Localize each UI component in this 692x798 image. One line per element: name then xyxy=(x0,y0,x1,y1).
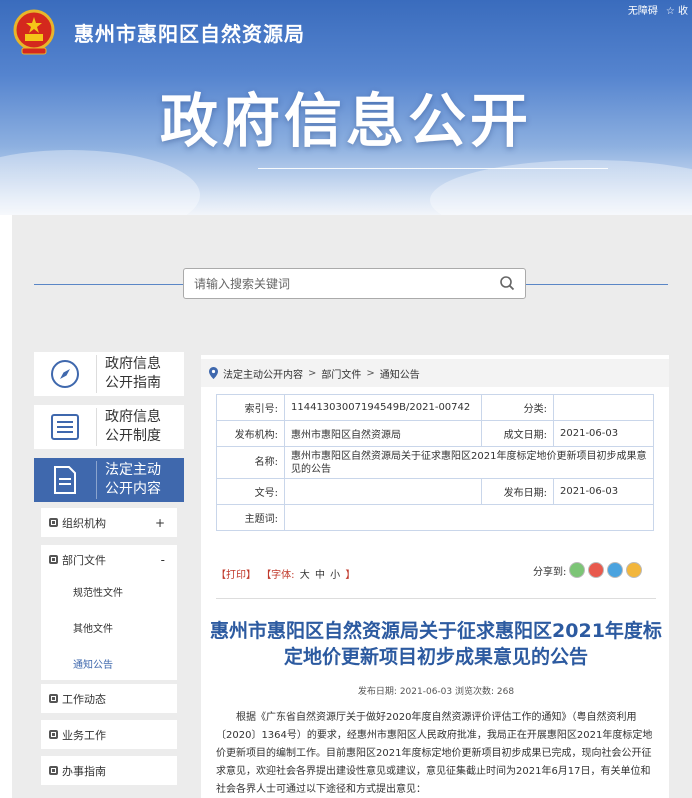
chevron-right-icon: > xyxy=(366,367,375,379)
document-icon xyxy=(54,466,76,494)
list-icon xyxy=(51,414,79,440)
meta-value: 2021-06-03 xyxy=(553,478,654,505)
nav-card-disclosure-system[interactable]: 政府信息 公开制度 xyxy=(34,405,184,449)
chevron-right-icon: > xyxy=(308,367,317,379)
share-label: 分享到: xyxy=(533,566,567,578)
meta-value: 惠州市惠阳区自然资源局关于征求惠阳区2021年度标定地价更新项目初步成果意见的公… xyxy=(284,446,654,479)
search-divider-left xyxy=(34,284,183,285)
meta-value: 11441303007194549B/2021-00742 xyxy=(284,394,482,421)
breadcrumb: 法定主动公开内容 > 部门文件 > 通知公告 xyxy=(201,359,669,387)
top-links: 无障碍 ☆ 收 xyxy=(628,2,688,17)
compass-icon xyxy=(51,360,79,388)
favorite-link[interactable]: ☆ 收 xyxy=(666,2,688,17)
article-publish-info: 发布日期: 2021-06-03 浏览次数: 268 xyxy=(357,687,515,697)
meta-label: 主题词: xyxy=(216,504,285,531)
meta-label: 分类: xyxy=(481,394,554,421)
article-body: 根据《广东省自然资源厅关于做好2020年度自然资源评价评估工作的通知》（粤自然资… xyxy=(216,712,653,795)
weibo-share-icon[interactable] xyxy=(588,562,605,578)
font-size-close: 】 xyxy=(345,570,356,581)
font-medium-button[interactable]: 中 xyxy=(315,570,325,581)
bullet-icon xyxy=(49,766,58,775)
nav-card-label: 政府信息 公开制度 xyxy=(96,408,161,446)
meta-value: 惠州市惠阳区自然资源局 xyxy=(284,420,482,447)
sidebar-subitem-normative[interactable]: 规范性文件 xyxy=(73,584,123,599)
article-title: 惠州市惠阳区自然资源局关于征求惠阳区2021年度标定地价更新项目初步成果意见的公… xyxy=(210,620,662,668)
nav-card-statutory-disclosure[interactable]: 法定主动 公开内容 xyxy=(34,458,184,502)
site-header: 惠州市惠阳区自然资源局 无障碍 ☆ 收 政府信息公开 xyxy=(0,0,692,215)
meta-value xyxy=(284,478,482,505)
title-underline xyxy=(258,168,608,169)
share-bar: 分享到: xyxy=(533,562,643,578)
national-emblem-icon xyxy=(13,9,55,55)
font-small-button[interactable]: 小 xyxy=(330,570,340,581)
article-tools: 【打印】 【字体: 大 中 小 】 xyxy=(216,566,357,581)
bullet-icon xyxy=(49,518,58,527)
search-divider-right xyxy=(526,284,668,285)
expand-icon[interactable]: + xyxy=(155,516,165,530)
nav-card-label: 法定主动 公开内容 xyxy=(96,461,161,499)
qzone-share-icon[interactable] xyxy=(626,562,643,578)
meta-label: 名称: xyxy=(216,446,285,479)
meta-value xyxy=(284,504,654,531)
divider xyxy=(216,598,656,599)
meta-value xyxy=(553,394,654,421)
meta-label: 发布日期: xyxy=(481,478,554,505)
meta-label: 发布机构: xyxy=(216,420,285,447)
sidebar-item-department-docs[interactable]: 部门文件 - xyxy=(41,545,177,574)
nav-card-label: 政府信息 公开指南 xyxy=(96,355,161,393)
breadcrumb-item[interactable]: 法定主动公开内容 xyxy=(223,366,303,381)
meta-value: 2021-06-03 xyxy=(553,420,654,447)
wechat-share-icon[interactable] xyxy=(569,562,586,578)
document-meta-table: 索引号: 11441303007194549B/2021-00742 分类: 发… xyxy=(216,394,654,531)
accessibility-link[interactable]: 无障碍 xyxy=(628,2,658,17)
breadcrumb-item[interactable]: 通知公告 xyxy=(380,366,420,381)
search-icon[interactable] xyxy=(499,275,515,291)
search-box xyxy=(183,268,526,299)
location-pin-icon xyxy=(209,367,218,379)
page-title: 政府信息公开 xyxy=(159,87,532,155)
search-input[interactable] xyxy=(184,269,474,298)
nav-card-disclosure-guide[interactable]: 政府信息 公开指南 xyxy=(34,352,184,396)
collapse-icon[interactable]: - xyxy=(161,553,165,567)
breadcrumb-item[interactable]: 部门文件 xyxy=(321,366,361,381)
sidebar-item-organization[interactable]: 组织机构 + xyxy=(41,508,177,537)
meta-label: 文号: xyxy=(216,478,285,505)
bullet-icon xyxy=(49,694,58,703)
bullet-icon xyxy=(49,730,58,739)
site-name: 惠州市惠阳区自然资源局 xyxy=(74,22,305,46)
department-docs-sublist: 规范性文件 其他文件 通知公告 xyxy=(41,574,177,680)
meta-label: 成文日期: xyxy=(481,420,554,447)
qq-share-icon[interactable] xyxy=(607,562,624,578)
sidebar-item-business[interactable]: 业务工作 xyxy=(41,720,177,749)
sidebar-subitem-notices[interactable]: 通知公告 xyxy=(73,656,113,671)
meta-label: 索引号: xyxy=(216,394,285,421)
bullet-icon xyxy=(49,555,58,564)
print-button[interactable]: 【打印】 xyxy=(216,570,256,581)
sidebar-subitem-other[interactable]: 其他文件 xyxy=(73,620,113,635)
cloud-decoration xyxy=(0,150,200,215)
sidebar-item-work-news[interactable]: 工作动态 xyxy=(41,684,177,713)
font-large-button[interactable]: 大 xyxy=(300,570,310,581)
sidebar-item-service-guide[interactable]: 办事指南 xyxy=(41,756,177,785)
font-size-label: 【字体: xyxy=(261,570,295,581)
